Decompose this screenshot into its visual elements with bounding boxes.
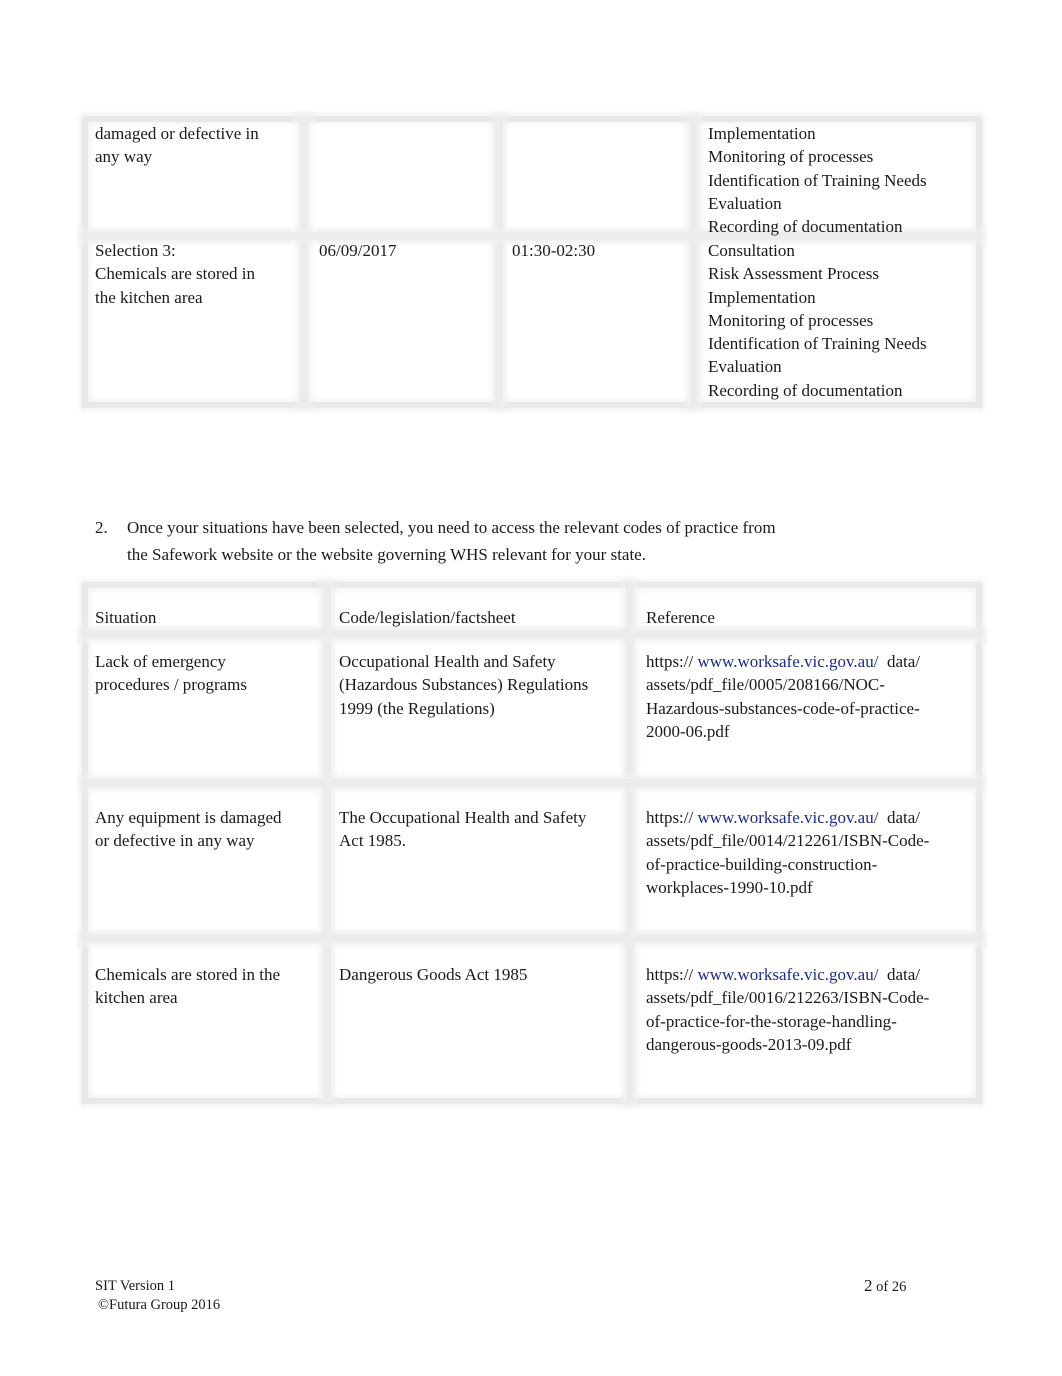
- row-divider: [82, 934, 982, 942]
- question-number: 2.: [95, 518, 108, 537]
- process-cell: Implementation Monitoring of processes I…: [708, 124, 927, 237]
- worksafe-link[interactable]: www.worksafe.vic.gov.au/: [697, 808, 878, 827]
- worksafe-link[interactable]: www.worksafe.vic.gov.au/: [697, 965, 878, 984]
- page-number: 2 of 26: [864, 1276, 906, 1297]
- situation-cell: Selection 3: Chemicals are stored in the…: [95, 241, 256, 307]
- question-text: Once your situations have been selected,…: [127, 518, 776, 564]
- process-cell: Consultation Risk Assessment Process Imp…: [708, 241, 927, 400]
- footer-version: SIT Version 1: [95, 1278, 176, 1294]
- column-divider: [300, 116, 308, 408]
- worksafe-link[interactable]: www.worksafe.vic.gov.au/: [697, 652, 878, 671]
- reference-cell: https:// www.worksafe.vic.gov.au/ data/ …: [646, 652, 920, 741]
- column-divider: [323, 582, 331, 1104]
- date-cell: 06/09/2017: [319, 241, 397, 260]
- page-total: of 26: [876, 1279, 907, 1295]
- column-divider: [626, 582, 634, 1104]
- row-divider: [82, 779, 982, 787]
- situation-cell: Lack of emergency procedures / programs: [95, 652, 248, 695]
- header-reference: Reference: [646, 608, 715, 627]
- header-code: Code/legislation/factsheet: [339, 608, 516, 627]
- situation-cell: damaged or defective in any way: [95, 124, 259, 167]
- code-cell: Occupational Health and Safety (Hazardou…: [339, 652, 589, 718]
- footer-copyright: ©Futura Group 2016: [98, 1297, 221, 1313]
- situation-cell: Any equipment is damaged or defective in…: [95, 808, 282, 851]
- reference-cell: https:// www.worksafe.vic.gov.au/ data/ …: [646, 808, 930, 897]
- column-divider: [495, 116, 503, 408]
- row-divider: [82, 630, 982, 638]
- situation-cell: Chemicals are stored in the kitchen area: [95, 965, 281, 1008]
- code-cell: Dangerous Goods Act 1985: [339, 965, 528, 984]
- header-situation: Situation: [95, 608, 157, 627]
- time-cell: 01:30-02:30: [512, 241, 596, 260]
- code-cell: The Occupational Health and Safety Act 1…: [339, 808, 587, 851]
- reference-cell: https:// www.worksafe.vic.gov.au/ data/ …: [646, 965, 930, 1054]
- page-current: 2: [864, 1276, 873, 1295]
- column-divider: [690, 116, 698, 408]
